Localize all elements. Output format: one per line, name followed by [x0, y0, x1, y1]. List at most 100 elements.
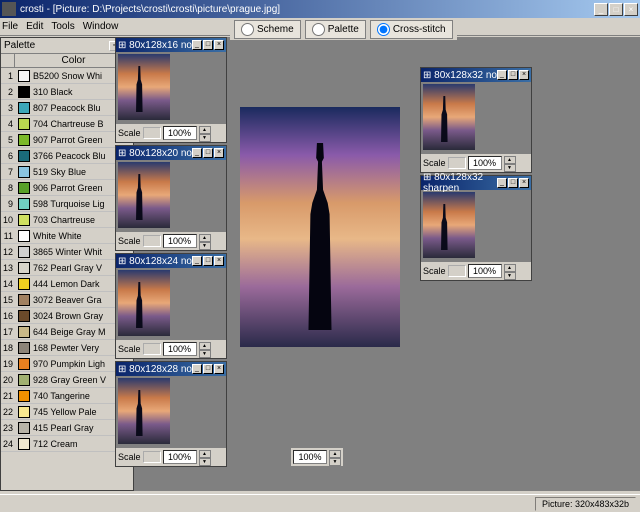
scale-slider[interactable] [143, 343, 161, 355]
scale-value[interactable]: 100% [163, 234, 197, 248]
palette-row[interactable]: 63766 Peacock Blu [1, 148, 133, 164]
menu-edit[interactable]: Edit [26, 21, 43, 32]
preview-min-button[interactable]: _ [192, 148, 202, 158]
scale-spinner[interactable]: ▲▼ [199, 450, 211, 464]
tab-cross-radio[interactable] [377, 23, 390, 36]
preview-image-area [421, 190, 531, 262]
palette-row[interactable]: 18168 Pewter Very [1, 340, 133, 356]
preview-max-button[interactable]: □ [508, 70, 518, 80]
palette-row[interactable]: 3807 Peacock Blu [1, 100, 133, 116]
preview-image[interactable] [423, 192, 475, 258]
scale-slider[interactable] [448, 157, 466, 169]
preview-max-button[interactable]: □ [203, 364, 213, 374]
preview-window[interactable]: ⊞ 80x128x28 no_□×Scale100%▲▼ [115, 361, 227, 467]
preview-image[interactable] [118, 162, 170, 228]
preview-close-button[interactable]: × [214, 364, 224, 374]
preview-titlebar[interactable]: ⊞ 80x128x32 no_□× [421, 68, 531, 82]
main-scale-spinner[interactable]: ▲▼ [329, 450, 341, 464]
menu-file[interactable]: File [2, 21, 18, 32]
palette-row[interactable]: 19970 Pumpkin Ligh [1, 356, 133, 372]
preview-min-button[interactable]: _ [192, 364, 202, 374]
preview-image[interactable] [118, 378, 170, 444]
scale-spinner[interactable]: ▲▼ [199, 126, 211, 140]
preview-close-button[interactable]: × [214, 148, 224, 158]
scale-value[interactable]: 100% [163, 126, 197, 140]
preview-window[interactable]: ⊞ 80x128x16 no_□×Scale100%▲▼ [115, 37, 227, 143]
preview-window[interactable]: ⊞ 80x128x32 no_□×Scale100%▲▼ [420, 67, 532, 173]
tab-palette[interactable]: Palette [305, 20, 366, 39]
palette-row[interactable]: 23415 Pearl Gray [1, 420, 133, 436]
preview-titlebar[interactable]: ⊞ 80x128x16 no_□× [116, 38, 226, 52]
preview-min-button[interactable]: _ [192, 256, 202, 266]
preview-window[interactable]: ⊞ 80x128x20 no_□×Scale100%▲▼ [115, 145, 227, 251]
scale-spinner[interactable]: ▲▼ [199, 234, 211, 248]
preview-titlebar[interactable]: ⊞ 80x128x28 no_□× [116, 362, 226, 376]
preview-image[interactable] [118, 270, 170, 336]
preview-titlebar[interactable]: ⊞ 80x128x20 no_□× [116, 146, 226, 160]
preview-min-button[interactable]: _ [192, 40, 202, 50]
palette-row[interactable]: 14444 Lemon Dark [1, 276, 133, 292]
palette-row[interactable]: 10703 Chartreuse [1, 212, 133, 228]
preview-max-button[interactable]: □ [203, 40, 213, 50]
main-scale-value[interactable]: 100% [293, 450, 327, 464]
scale-spinner[interactable]: ▲▼ [504, 156, 516, 170]
preview-image[interactable] [423, 84, 475, 150]
palette-row[interactable]: 2310 Black [1, 84, 133, 100]
scale-value[interactable]: 100% [163, 342, 197, 356]
preview-titlebar[interactable]: ⊞ 80x128x32 sharpen_□× [421, 176, 531, 190]
preview-max-button[interactable]: □ [203, 148, 213, 158]
scale-value[interactable]: 100% [163, 450, 197, 464]
palette-row[interactable]: 5907 Parrot Green [1, 132, 133, 148]
palette-columns: Color [1, 54, 133, 68]
tab-palette-radio[interactable] [312, 23, 325, 36]
palette-row[interactable]: 20928 Gray Green V [1, 372, 133, 388]
preview-title: ⊞ 80x128x16 no [118, 40, 192, 51]
preview-max-button[interactable]: □ [203, 256, 213, 266]
preview-close-button[interactable]: × [519, 70, 529, 80]
preview-close-button[interactable]: × [214, 40, 224, 50]
palette-row[interactable]: 21740 Tangerine [1, 388, 133, 404]
palette-row[interactable]: 163024 Brown Gray [1, 308, 133, 324]
tab-scheme-radio[interactable] [241, 23, 254, 36]
palette-row[interactable]: 9598 Turquoise Lig [1, 196, 133, 212]
palette-row[interactable]: 11White White [1, 228, 133, 244]
palette-row[interactable]: 8906 Parrot Green [1, 180, 133, 196]
palette-row[interactable]: 4704 Chartreuse B [1, 116, 133, 132]
preview-min-button[interactable]: _ [497, 178, 507, 188]
close-button[interactable]: × [624, 3, 638, 16]
preview-window[interactable]: ⊞ 80x128x24 no_□×Scale100%▲▼ [115, 253, 227, 359]
menu-window[interactable]: Window [83, 21, 119, 32]
preview-close-button[interactable]: × [519, 178, 529, 188]
palette-row[interactable]: 7519 Sky Blue [1, 164, 133, 180]
maximize-button[interactable]: □ [609, 3, 623, 16]
preview-min-button[interactable]: _ [497, 70, 507, 80]
palette-index: 10 [1, 215, 15, 225]
scale-slider[interactable] [143, 235, 161, 247]
scale-slider[interactable] [448, 265, 466, 277]
menu-tools[interactable]: Tools [51, 21, 74, 32]
minimize-button[interactable]: _ [594, 3, 608, 16]
palette-row[interactable]: 17644 Beige Gray M [1, 324, 133, 340]
palette-name: 928 Gray Green V [33, 375, 106, 385]
palette-row[interactable]: 153072 Beaver Gra [1, 292, 133, 308]
scale-slider[interactable] [143, 451, 161, 463]
tab-scheme[interactable]: Scheme [234, 20, 301, 39]
tab-cross-stitch[interactable]: Cross-stitch [370, 20, 453, 39]
scale-spinner[interactable]: ▲▼ [199, 342, 211, 356]
palette-row[interactable]: 123865 Winter Whit [1, 244, 133, 260]
scale-value[interactable]: 100% [468, 156, 502, 170]
scale-slider[interactable] [143, 127, 161, 139]
palette-row[interactable]: 24712 Cream [1, 436, 133, 452]
palette-row[interactable]: 1B5200 Snow Whi [1, 68, 133, 84]
preview-titlebar[interactable]: ⊞ 80x128x24 no_□× [116, 254, 226, 268]
palette-row[interactable]: 13762 Pearl Gray V [1, 260, 133, 276]
preview-image[interactable] [118, 54, 170, 120]
preview-max-button[interactable]: □ [508, 178, 518, 188]
preview-close-button[interactable]: × [214, 256, 224, 266]
preview-window[interactable]: ⊞ 80x128x32 sharpen_□×Scale100%▲▼ [420, 175, 532, 281]
scale-spinner[interactable]: ▲▼ [504, 264, 516, 278]
main-picture[interactable] [240, 107, 400, 347]
scale-value[interactable]: 100% [468, 264, 502, 278]
palette-name: 444 Lemon Dark [33, 279, 100, 289]
palette-row[interactable]: 22745 Yellow Pale [1, 404, 133, 420]
